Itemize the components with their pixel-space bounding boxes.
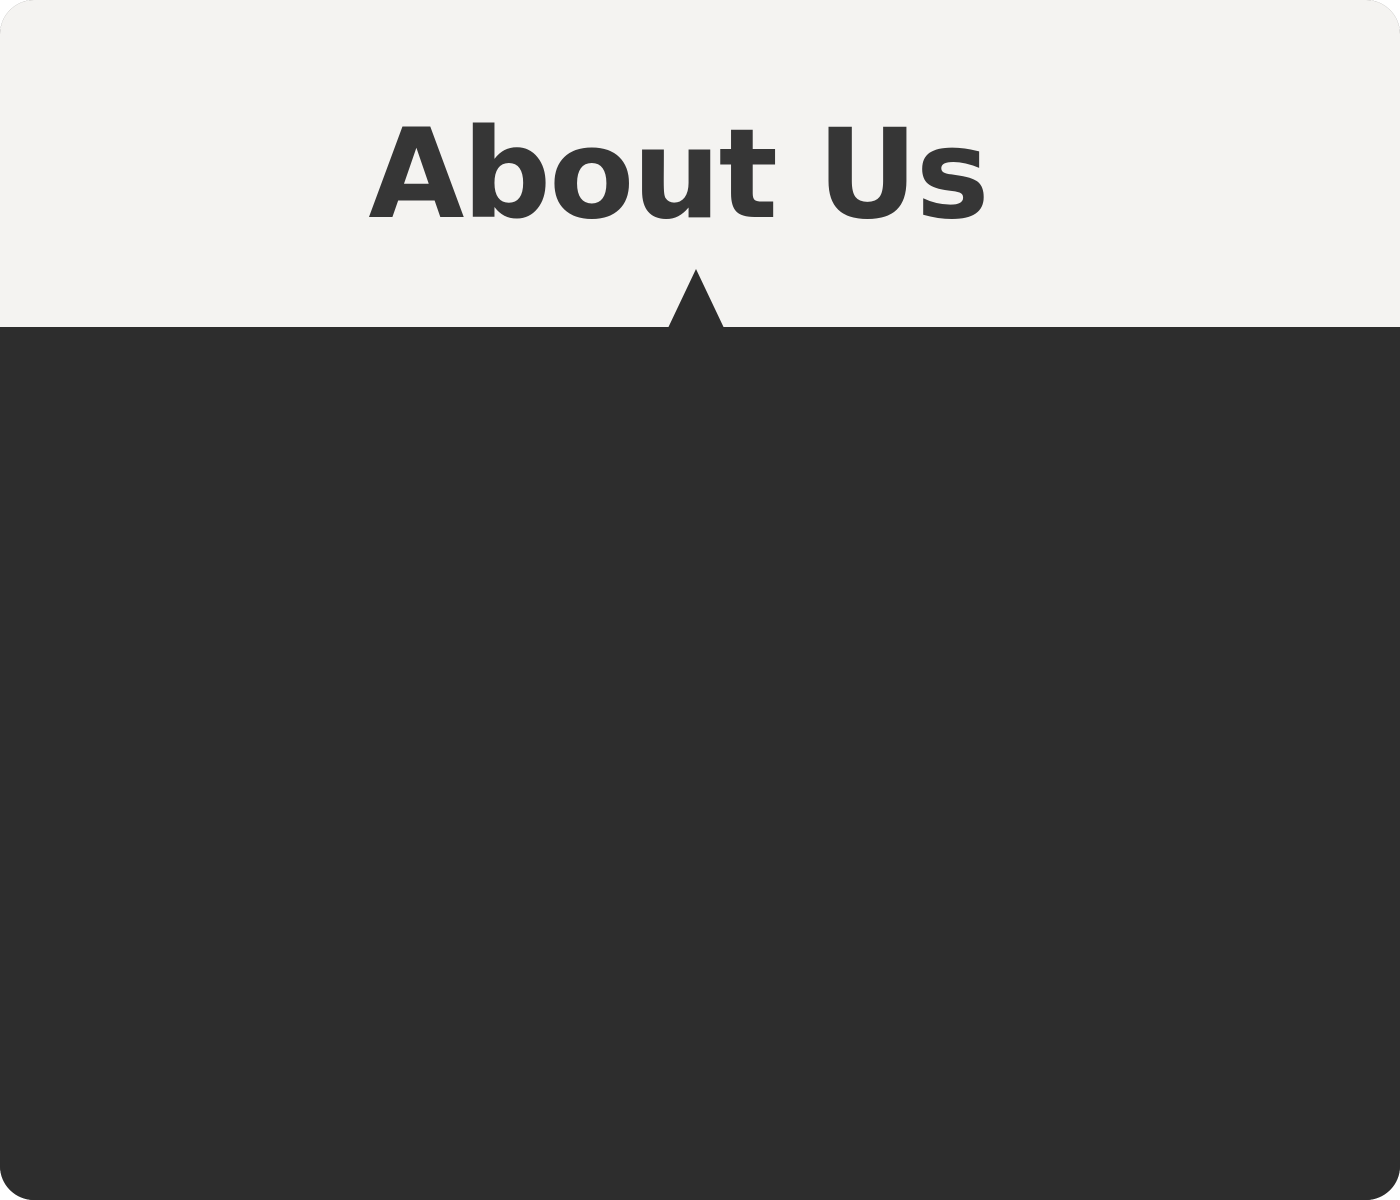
pointer-arrow-icon	[668, 269, 724, 328]
page-title: About Us	[368, 103, 989, 247]
about-card: About Us	[0, 0, 1400, 1200]
content-panel	[0, 327, 1400, 1200]
